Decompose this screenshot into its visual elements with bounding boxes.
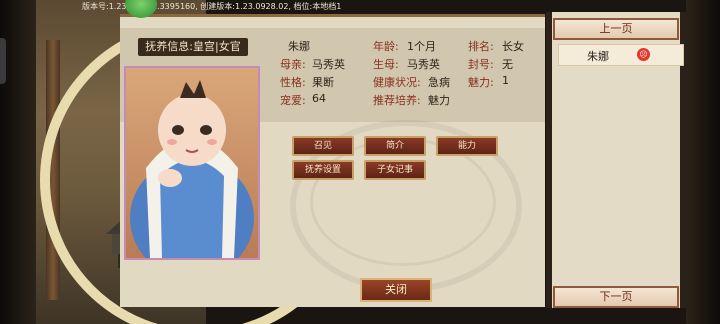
health-label: 健康状况: xyxy=(373,76,421,89)
birth-mother-value: 马秀英 xyxy=(407,58,440,71)
favor-value: 64 xyxy=(312,92,326,105)
personality-value: 果断 xyxy=(312,76,334,89)
close-button[interactable]: 关闭 xyxy=(360,278,432,302)
mother-value: 马秀英 xyxy=(312,58,345,71)
baby-portrait-icon xyxy=(130,80,254,258)
version-text: 版本号:1.23.0927.1.3395160, 创建版本:1.23.0928.… xyxy=(82,2,342,11)
title-label: 封号: xyxy=(468,58,494,71)
summon-button[interactable]: 召见 xyxy=(292,136,354,156)
birth-mother-label: 生母: xyxy=(373,58,399,71)
raise-settings-button[interactable]: 抚养设置 xyxy=(292,160,354,180)
ability-button[interactable]: 能力 xyxy=(436,136,498,156)
personality-label: 性格: xyxy=(280,76,306,89)
intro-button[interactable]: 简介 xyxy=(364,136,426,156)
charm-label: 魅力: xyxy=(468,76,494,89)
age-label: 年龄: xyxy=(373,40,399,53)
child-records-button[interactable]: 子女记事 xyxy=(364,160,426,180)
prev-page-button[interactable]: 上一页 xyxy=(553,18,679,40)
child-portrait xyxy=(124,66,260,260)
edge-tab[interactable] xyxy=(0,38,6,84)
rank-value: 长女 xyxy=(502,40,524,53)
dragon-emblem-inner xyxy=(310,138,496,266)
mother-label: 母亲: xyxy=(280,58,306,71)
status-face-icon: ☹ xyxy=(637,48,650,61)
list-item-name: 朱娜 xyxy=(587,50,609,63)
info-title: 抚养信息:皇宫|女官 xyxy=(138,38,248,56)
next-page-button[interactable]: 下一页 xyxy=(553,286,679,308)
favor-label: 宠爱: xyxy=(280,94,306,107)
child-name: 朱娜 xyxy=(288,40,310,53)
training-value: 魅力 xyxy=(428,94,450,107)
health-value: 急病 xyxy=(428,76,450,89)
game-scene: 版本号:1.23.0927.1.3395160, 创建版本:1.23.0928.… xyxy=(0,0,720,324)
age-value: 1个月 xyxy=(407,40,436,53)
right-edge xyxy=(686,0,720,324)
title-value: 无 xyxy=(502,58,513,71)
training-label: 推荐培养: xyxy=(373,94,421,107)
list-item[interactable]: 朱娜 ☹ xyxy=(558,44,684,66)
rank-label: 排名: xyxy=(468,40,494,53)
charm-value: 1 xyxy=(502,74,509,87)
